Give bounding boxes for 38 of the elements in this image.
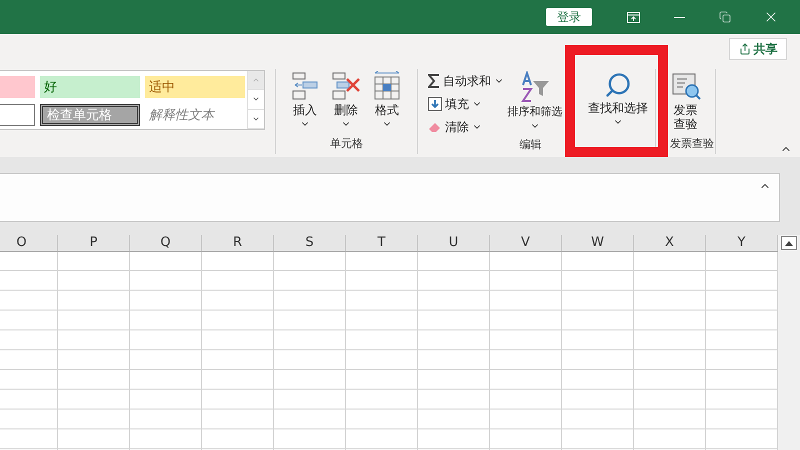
group-label: 发票查验 — [669, 136, 715, 152]
ribbon-button[interactable]: 排序和筛选 — [506, 69, 564, 137]
ribbon-button[interactable]: 自动求和 — [428, 71, 506, 91]
sum-icon — [428, 74, 440, 88]
cell-style[interactable]: 好 — [40, 76, 140, 98]
search-icon — [604, 71, 632, 99]
ribbon-display-icon — [626, 12, 640, 22]
ribbon-button[interactable]: 格式 — [371, 69, 403, 136]
button-label: 清除 — [445, 118, 469, 136]
button-label: 填充 — [445, 96, 469, 112]
fill-down-icon — [428, 97, 442, 111]
cell-style[interactable] — [0, 76, 35, 98]
format-cells-icon — [373, 71, 401, 101]
group-label: 单元格 — [329, 136, 364, 152]
share-button[interactable]: 共享 — [729, 38, 787, 60]
minimize-icon — [674, 16, 684, 18]
delete-cells-icon — [331, 71, 361, 101]
ribbon-button[interactable]: 清除 — [428, 117, 506, 137]
ribbon-button[interactable]: 查找和选择 — [586, 69, 650, 137]
button-label: 自动求和 — [443, 72, 491, 90]
ribbon-button[interactable]: 填充 — [428, 94, 506, 114]
scroll-up-button[interactable] — [781, 236, 797, 250]
share-icon — [738, 43, 750, 55]
ribbon-button[interactable]: 删除 — [330, 69, 362, 136]
cell-style[interactable] — [0, 104, 35, 126]
ribbon-button[interactable]: 插入 — [289, 69, 321, 136]
invoice-search-icon — [670, 71, 700, 101]
invoice-check-button[interactable]: 发票查验 — [668, 69, 704, 136]
insert-cells-icon — [291, 71, 319, 101]
up-arrow-icon — [785, 240, 793, 246]
sort-filter-icon — [519, 71, 551, 103]
restore-icon — [719, 11, 731, 23]
cell-grid[interactable] — [0, 251, 778, 450]
sign-in-button[interactable]: 登录 — [546, 8, 592, 26]
vertical-scrollbar[interactable] — [778, 235, 800, 450]
cell-style[interactable]: 适中 — [145, 76, 245, 98]
group-label: 编辑 — [518, 137, 542, 153]
eraser-icon — [428, 121, 442, 133]
